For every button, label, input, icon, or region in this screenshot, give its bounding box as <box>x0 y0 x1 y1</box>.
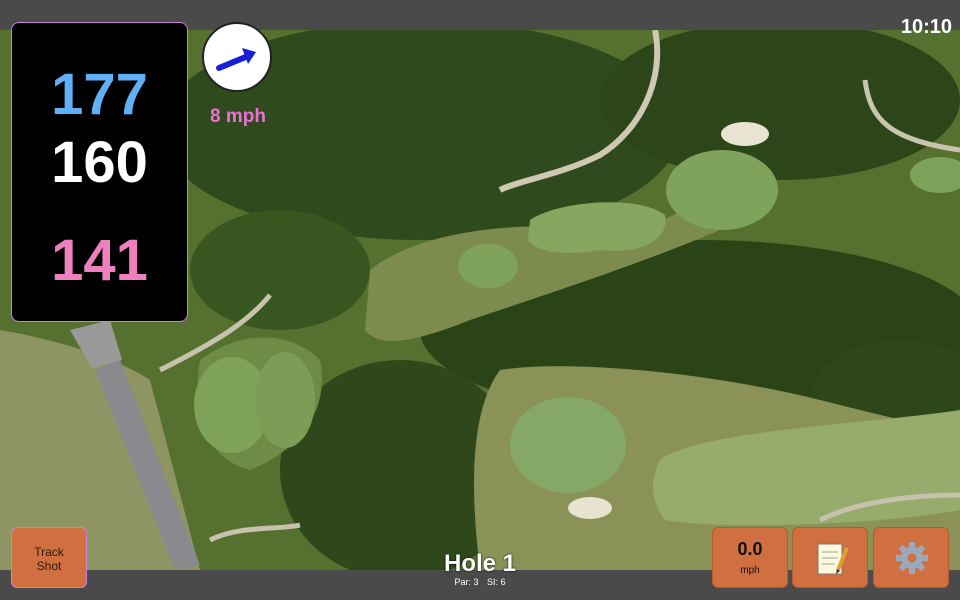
arrow-right-icon <box>216 48 256 71</box>
hole-par: Par: 3 <box>454 577 479 587</box>
settings-button[interactable] <box>873 527 949 588</box>
hole-info: Par: 3 SI: 6 <box>380 577 580 587</box>
speed-unit: mph <box>740 565 760 576</box>
clock: 10:10 <box>900 16 952 38</box>
distance-middle: 160 <box>51 130 148 195</box>
notepad-icon <box>817 543 849 575</box>
speed-button[interactable]: 0.0 mph <box>712 527 788 588</box>
distance-front: 141 <box>51 228 148 293</box>
speed-value: 0.0 <box>737 539 763 559</box>
distance-panel: 177 160 141 <box>11 22 188 322</box>
wind-speed: 8 mph <box>210 106 266 127</box>
hole-si: SI: 6 <box>487 577 506 587</box>
hole-title: Hole 1 <box>443 550 517 577</box>
wind-direction-indicator <box>202 22 272 92</box>
notes-button[interactable] <box>792 527 868 588</box>
gear-icon <box>896 542 928 574</box>
track-shot-label: Track Shot <box>34 545 64 573</box>
track-shot-button[interactable]: Track Shot <box>11 527 87 588</box>
distance-back: 177 <box>51 62 148 127</box>
